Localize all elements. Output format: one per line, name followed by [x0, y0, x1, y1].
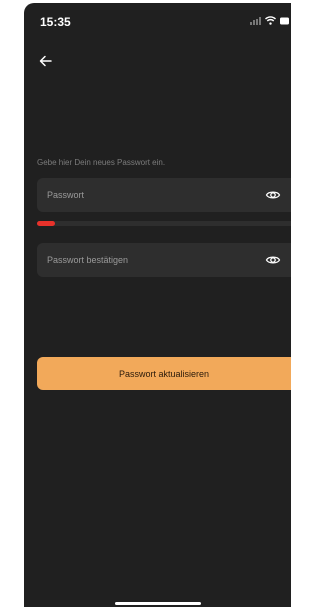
confirm-password-field[interactable] [37, 243, 291, 277]
eye-icon [265, 191, 281, 199]
toggle-confirm-visibility-button[interactable] [265, 252, 281, 268]
password-input[interactable] [37, 178, 247, 212]
update-password-button[interactable]: Passwort aktualisieren [37, 357, 291, 390]
battery-icon [280, 17, 289, 24]
status-time: 15:35 [40, 15, 71, 29]
confirm-password-input[interactable] [37, 243, 247, 277]
home-indicator[interactable] [115, 602, 201, 605]
instruction-text: Gebe hier Dein neues Passwort ein. [37, 158, 166, 167]
toggle-password-visibility-button[interactable] [265, 187, 281, 203]
wifi-icon [265, 16, 276, 25]
password-field[interactable] [37, 178, 291, 212]
eye-icon [265, 256, 281, 264]
app-screen: 15:35 Gebe hier Dein neues Passwort ein. [24, 3, 291, 607]
arrow-left-icon [39, 55, 52, 67]
status-icons [250, 16, 289, 25]
password-strength-fill [37, 221, 55, 226]
cellular-signal-icon [250, 16, 261, 25]
status-bar: 15:35 [24, 3, 291, 39]
back-button[interactable] [35, 50, 57, 72]
password-strength-meter [37, 221, 291, 226]
